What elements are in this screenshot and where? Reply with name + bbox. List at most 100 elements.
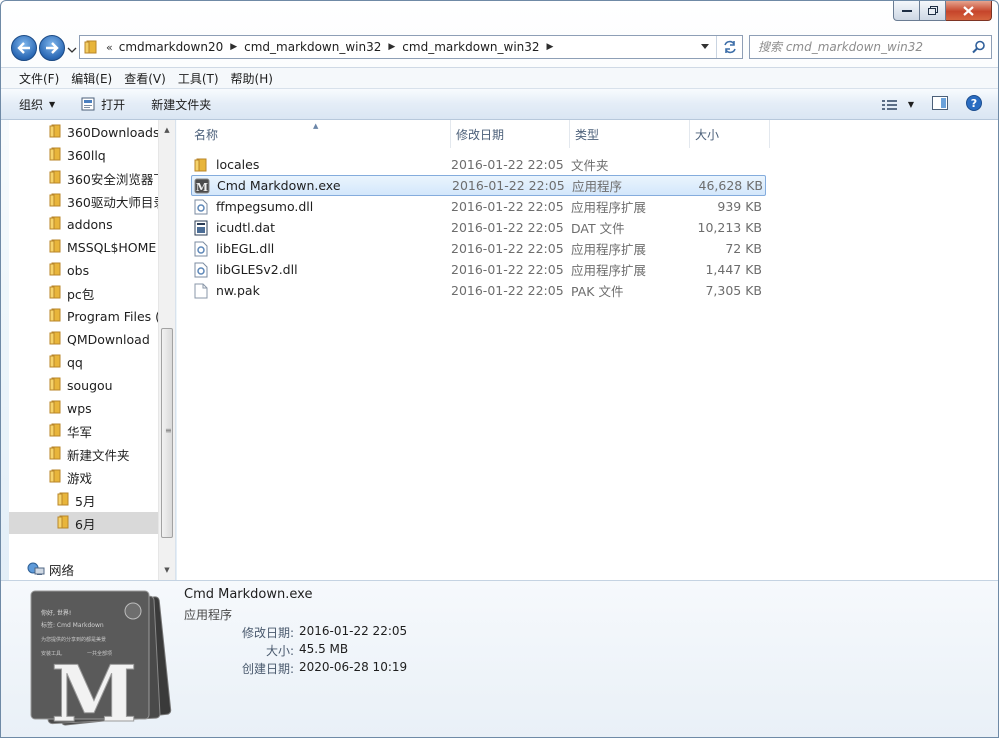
sidebar-item-folder[interactable]: 360llq [9, 144, 159, 166]
sidebar-item-folder[interactable]: qq [9, 351, 159, 373]
sidebar-item-folder[interactable]: wps [9, 397, 159, 419]
file-type: 应用程序扩展 [571, 263, 647, 278]
organize-button[interactable]: 组织 ▼ [19, 96, 55, 113]
open-button[interactable]: 打开 [81, 96, 125, 113]
file-type: 应用程序 [572, 179, 623, 194]
sidebar-item-label: 5月 [75, 493, 96, 509]
table-row[interactable]: ffmpegsumo.dll 2016-01-22 22:05 应用程序扩展 939 … [191, 196, 766, 217]
file-name: locales [216, 157, 260, 172]
breadcrumb-item[interactable]: cmd_markdown_win32 ▶ [402, 40, 560, 54]
cell-name: libEGL.dll [191, 241, 451, 257]
file-size: 7,305 KB [705, 283, 762, 298]
file-size: 939 KB [717, 199, 762, 214]
new-folder-button[interactable]: 新建文件夹 [151, 96, 211, 113]
column-size[interactable]: 大小 [690, 120, 770, 148]
network-node[interactable]: 网络 [27, 558, 177, 580]
breadcrumb-overflow[interactable]: « [106, 41, 113, 54]
breadcrumb-item[interactable]: cmd_markdown_win32 ▶ [244, 40, 402, 54]
breadcrumb-label: cmd_markdown_win32 [244, 40, 382, 54]
sidebar-item-folder[interactable]: MSSQL$HOME [9, 236, 159, 258]
sidebar-item-label: 游戏 [67, 470, 93, 486]
sidebar-item-folder[interactable]: 6月 [9, 512, 159, 534]
menu-view[interactable]: 查看(V) [118, 70, 172, 87]
forward-button[interactable] [39, 35, 65, 61]
file-type: 应用程序扩展 [571, 200, 647, 215]
recent-pages-button[interactable] [67, 43, 77, 53]
table-row[interactable]: libEGL.dll 2016-01-22 22:05 应用程序扩展 72 KB [191, 238, 766, 259]
menu-edit[interactable]: 编辑(E) [65, 70, 118, 87]
preview-pane-icon [932, 96, 948, 110]
column-name[interactable]: 名称 ▲ [177, 120, 451, 148]
svg-text:M: M [196, 181, 208, 194]
file-name: ffmpegsumo.dll [216, 199, 314, 214]
column-type[interactable]: 类型 [570, 120, 690, 148]
help-button[interactable]: ? [966, 95, 982, 114]
preview-pane-button[interactable] [932, 96, 948, 113]
sidebar-item-folder[interactable]: Program Files ( [9, 305, 159, 327]
sidebar-item-folder[interactable]: 360安全浏览器下 [9, 167, 159, 189]
chevron-right-icon[interactable]: ▶ [230, 42, 237, 52]
sidebar-item-folder[interactable]: 360驱动大师目录 [9, 190, 159, 212]
nav-scrollbar[interactable]: ▲ ≡ ▼ [158, 120, 175, 580]
search-box[interactable] [749, 35, 992, 59]
table-row[interactable]: nw.pak 2016-01-22 22:05 PAK 文件 7,305 KB [191, 280, 766, 301]
scroll-down-arrow[interactable]: ▼ [159, 562, 175, 578]
table-row[interactable]: M Cmd Markdown.exe 2016-01-22 22:05 应用程序 46,… [191, 175, 766, 196]
help-icon: ? [966, 95, 982, 111]
file-type: PAK 文件 [571, 284, 624, 299]
sidebar-item-folder[interactable]: 5月 [9, 489, 159, 511]
sidebar-item-folder[interactable]: pc包 [9, 282, 159, 304]
address-bar[interactable]: « cmdmarkdown20 ▶ cmd_markdown_win32 ▶ cmd… [79, 35, 743, 59]
dll-icon [191, 262, 211, 278]
sidebar-item-folder[interactable]: sougou [9, 374, 159, 396]
folder-icon [191, 158, 211, 172]
sidebar-item-folder[interactable]: 360Downloads [9, 121, 159, 143]
chevron-down-icon [701, 44, 709, 49]
scroll-up-arrow[interactable]: ▲ [159, 122, 175, 138]
chevron-right-icon[interactable]: ▶ [388, 42, 395, 52]
chevron-right-icon[interactable]: ▶ [547, 42, 554, 52]
menu-help[interactable]: 帮助(H) [225, 70, 279, 87]
navigation-pane: 360Downloads 360llq 360安全浏览器下 360驱动大师目录 addo… [9, 120, 176, 580]
cell-name: M Cmd Markdown.exe [192, 178, 452, 194]
maximize-button[interactable] [920, 1, 946, 21]
sidebar-item-folder[interactable]: addons [9, 213, 159, 235]
sidebar-item-folder[interactable]: obs [9, 259, 159, 281]
sidebar-item-folder[interactable]: 华军 [9, 420, 159, 442]
table-row[interactable]: icudtl.dat 2016-01-22 22:05 DAT 文件 10,213 K… [191, 217, 766, 238]
minimize-button[interactable] [893, 1, 920, 21]
table-row[interactable]: locales 2016-01-22 22:05 文件夹 [191, 154, 766, 175]
search-input[interactable] [758, 40, 958, 54]
folder-icon [49, 377, 61, 394]
thumbnail-text: 标签: Cmd Markdown [41, 621, 104, 629]
restore-icon [927, 6, 938, 15]
folder-icon [49, 193, 61, 210]
sidebar-item-folder[interactable]: 新建文件夹 [9, 443, 159, 465]
folder-icon [80, 40, 102, 54]
refresh-button[interactable] [716, 36, 742, 58]
explorer-window: « cmdmarkdown20 ▶ cmd_markdown_win32 ▶ cmd… [0, 0, 999, 738]
file-list-pane: 名称 ▲ 修改日期 类型 大小 locales 2016-01-22 22:05 文… [177, 120, 998, 580]
svg-text:?: ? [971, 97, 977, 110]
folder-icon [49, 147, 61, 164]
address-history-dropdown[interactable] [698, 36, 712, 58]
back-button[interactable] [11, 35, 37, 61]
network-icon [27, 562, 45, 575]
menu-file[interactable]: 文件(F) [13, 70, 65, 87]
sidebar-item-folder[interactable]: QMDownload [9, 328, 159, 350]
menu-tools[interactable]: 工具(T) [172, 70, 225, 87]
sidebar-item-label: wps [67, 400, 92, 416]
file-date: 2016-01-22 22:05 [452, 178, 565, 193]
scroll-thumb[interactable]: ≡ [161, 328, 173, 538]
sidebar-item-folder[interactable]: 游戏 [9, 466, 159, 488]
table-row[interactable]: libGLESv2.dll 2016-01-22 22:05 应用程序扩展 1,447… [191, 259, 766, 280]
view-options-button[interactable]: ▼ [881, 99, 914, 111]
search-icon[interactable] [972, 40, 986, 54]
column-date[interactable]: 修改日期 [451, 120, 570, 148]
breadcrumb-item[interactable]: cmdmarkdown20 ▶ [119, 40, 244, 54]
cell-name: icudtl.dat [191, 220, 451, 236]
close-button[interactable] [946, 1, 992, 21]
details-pane: 你好, 世界! 标签: Cmd Markdown 为您提供的分享到的都是美景 安… [1, 580, 998, 737]
open-icon [81, 97, 95, 111]
file-name: Cmd Markdown.exe [217, 178, 341, 193]
